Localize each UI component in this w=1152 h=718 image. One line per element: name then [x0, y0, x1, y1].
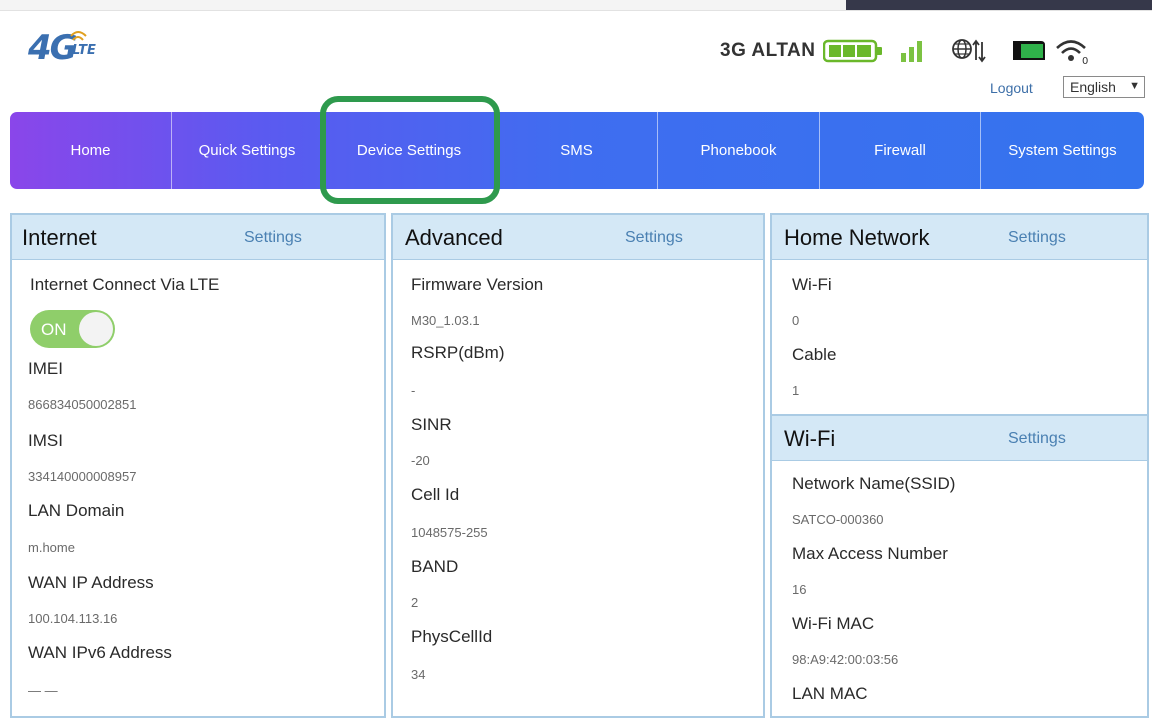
home-network-title: Home Network: [784, 225, 930, 250]
main-nav: Home Quick Settings Device Settings SMS …: [10, 112, 1144, 189]
firmware-label: Firmware Version: [411, 275, 544, 294]
advanced-settings-link[interactable]: Settings: [625, 229, 683, 247]
network-type: 3G ALTAN: [720, 40, 816, 61]
wan-ip-label: WAN IP Address: [28, 573, 154, 592]
rsrp-label: RSRP(dBm): [411, 343, 505, 362]
toggle-knob: [79, 312, 113, 346]
cellid-label: Cell Id: [411, 485, 460, 504]
sim-battery-icon: [1013, 41, 1046, 60]
imei-value: 866834050002851: [28, 397, 137, 412]
logo-sub: LTE: [72, 43, 96, 58]
wifi-panel: Wi-Fi Settings Network Name(SSID) SATCO-…: [770, 414, 1149, 718]
advanced-panel-header: Advanced Settings: [393, 215, 763, 260]
internet-title: Internet: [22, 225, 97, 250]
nav-phonebook[interactable]: Phonebook: [658, 112, 820, 189]
ssid-value: SATCO-000360: [792, 512, 884, 527]
advanced-panel: Advanced Settings Firmware Version M30_1…: [391, 213, 765, 718]
internet-settings-link[interactable]: Settings: [244, 229, 302, 247]
language-select[interactable]: English ▼: [1063, 76, 1145, 98]
logo-text: 4G: [28, 28, 78, 68]
ssid-label: Network Name(SSID): [792, 474, 956, 493]
sinr-value: -20: [411, 453, 430, 468]
highlight-annotation: [320, 96, 500, 204]
wifi-mac-value: 98:A9:42:00:03:56: [792, 652, 899, 667]
wifi-title: Wi-Fi: [784, 426, 836, 451]
browser-corner: [846, 0, 1152, 10]
cable-label: Cable: [792, 345, 837, 364]
band-label: BAND: [411, 557, 459, 576]
logout-link[interactable]: Logout: [990, 80, 1033, 96]
battery-icon: [823, 39, 883, 63]
internet-globe-icon: [952, 39, 987, 63]
cellid-value: 1048575-255: [411, 525, 488, 540]
wan-ipv6-label: WAN IPv6 Address: [28, 643, 172, 662]
status-bar: 3G ALTAN 0: [720, 36, 1091, 66]
nav-quick-settings[interactable]: Quick Settings: [172, 112, 323, 189]
chevron-down-icon: ▼: [1129, 80, 1140, 92]
advanced-title: Advanced: [405, 225, 503, 250]
rsrp-value: -: [411, 383, 416, 398]
lan-domain-value: m.home: [28, 540, 75, 555]
nav-system-settings[interactable]: System Settings: [981, 112, 1144, 189]
home-network-settings-link[interactable]: Settings: [1008, 229, 1066, 247]
wifi-panel-header: Wi-Fi Settings: [772, 416, 1147, 461]
max-access-label: Max Access Number: [792, 544, 948, 563]
signal-bars-icon: [901, 41, 923, 62]
sinr-label: SINR: [411, 415, 452, 434]
home-network-panel-header: Home Network Settings: [772, 215, 1147, 260]
toggle-label: ON: [41, 320, 67, 339]
internet-panel-header: Internet Settings: [12, 215, 384, 260]
browser-top-strip: [0, 0, 1152, 11]
home-network-panel: Home Network Settings Wi-Fi 0 Cable 1: [770, 213, 1149, 418]
imsi-value: 334140000008957: [28, 469, 137, 484]
nav-home[interactable]: Home: [10, 112, 172, 189]
nav-sms[interactable]: SMS: [496, 112, 658, 189]
lan-mac-label: LAN MAC: [792, 684, 868, 703]
home-wifi-value: 0: [792, 313, 800, 328]
svg-text:0: 0: [1082, 56, 1088, 66]
max-access-value: 16: [792, 582, 807, 597]
home-wifi-label: Wi-Fi: [792, 275, 832, 294]
wifi-settings-link[interactable]: Settings: [1008, 430, 1066, 448]
imei-label: IMEI: [28, 359, 63, 378]
cable-value: 1: [792, 383, 800, 398]
lte-connect-toggle[interactable]: ON: [30, 310, 115, 348]
internet-panel: Internet Settings Internet Connect Via L…: [10, 213, 386, 718]
logo-signal-icon: [70, 31, 87, 41]
physcell-label: PhysCellId: [411, 627, 493, 646]
wifi-mac-label: Wi-Fi MAC: [792, 614, 875, 633]
connect-label: Internet Connect Via LTE: [30, 275, 220, 294]
wan-ip-value: 100.104.113.16: [28, 611, 118, 626]
language-value: English: [1070, 79, 1116, 95]
nav-firewall[interactable]: Firewall: [820, 112, 981, 189]
firmware-value: M30_1.03.1: [411, 313, 480, 328]
lan-domain-label: LAN Domain: [28, 501, 125, 520]
wifi-icon: 0: [1056, 40, 1089, 66]
physcell-value: 34: [411, 667, 426, 682]
wan-ipv6-value: — —: [28, 683, 58, 698]
imsi-label: IMSI: [28, 431, 63, 450]
band-value: 2: [411, 595, 419, 610]
